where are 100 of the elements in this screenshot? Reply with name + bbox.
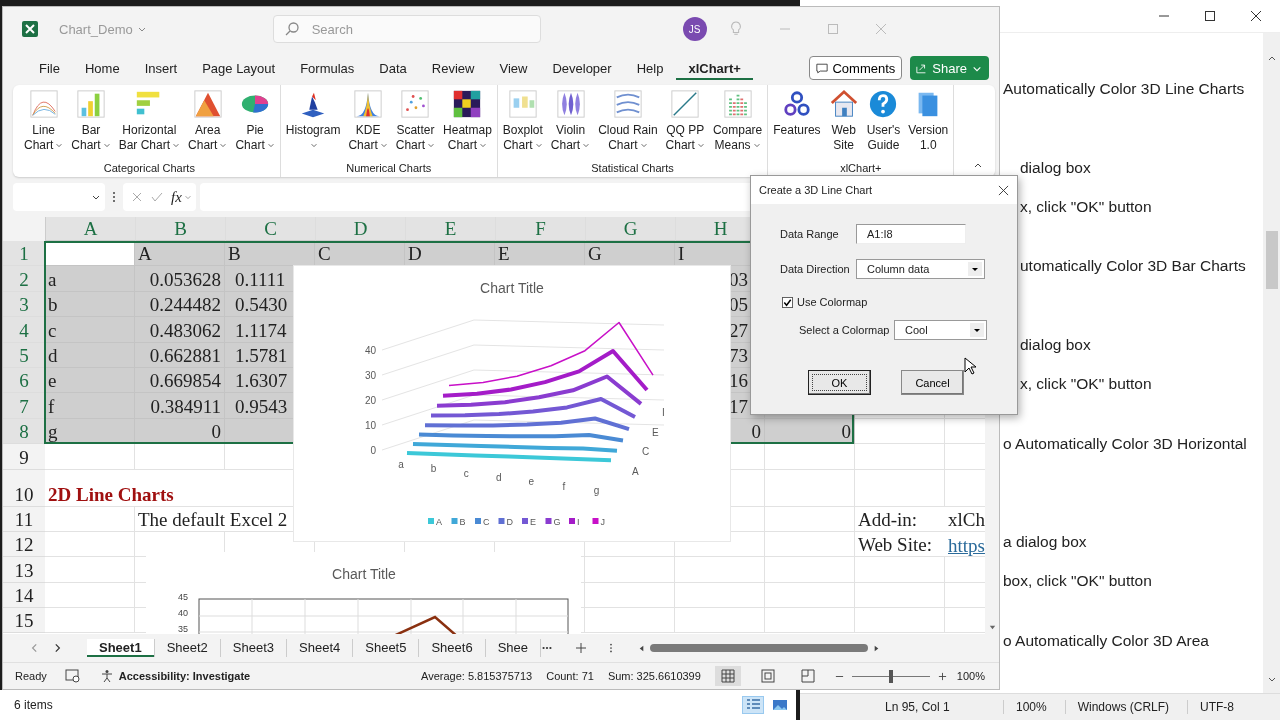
row-header[interactable]: 2 — [3, 266, 45, 292]
range-input-field[interactable]: A1:I8 — [856, 224, 966, 244]
axis-tick-label: I — [662, 407, 665, 418]
axis-tick-label: 45 — [178, 592, 188, 602]
ribbon-button[interactable]: Line Chart — [23, 89, 65, 162]
ribbon-tab[interactable]: Developer — [540, 56, 624, 80]
column-header[interactable]: G — [586, 217, 676, 241]
chart-title: Chart Title — [332, 566, 396, 582]
ribbon-button[interactable]: Violin Chart — [549, 89, 592, 162]
legend-label: J — [600, 517, 605, 527]
ribbon-tab[interactable]: Page Layout — [190, 56, 288, 80]
row-header[interactable]: 1 — [3, 241, 45, 267]
ribbon-button[interactable]: KDE Chart — [347, 89, 389, 162]
axis-tick-label: 0 — [370, 445, 376, 456]
ribbon-button[interactable]: Pie Chart — [234, 89, 276, 162]
row-header[interactable]: 7 — [3, 393, 45, 419]
column-header[interactable]: F — [496, 217, 586, 241]
row-header[interactable]: 6 — [3, 367, 45, 394]
sheet-tab[interactable]: Sheet3 — [220, 639, 288, 657]
chart-title: Chart Title — [480, 280, 544, 296]
column-header[interactable]: B — [136, 217, 226, 241]
checkbox-label[interactable]: Use Colormap — [797, 296, 868, 308]
accessibility-status[interactable]: Accessibility: Investigate — [118, 670, 251, 682]
status-text: Ready — [15, 670, 47, 682]
ribbon-button[interactable]: Compare Means — [711, 89, 764, 162]
ribbon-button[interactable]: Bar Chart — [70, 89, 112, 162]
ribbon-button[interactable]: Scatter Chart — [394, 89, 437, 162]
row-header[interactable]: 4 — [3, 317, 45, 343]
text-line: utomatically Color 3D Bar Charts — [1020, 256, 1246, 276]
axis-tick-label: c — [463, 467, 469, 479]
row-header[interactable]: 13 — [3, 557, 45, 583]
insert-function-button[interactable]: fx — [171, 188, 182, 206]
row-header[interactable]: 11 — [3, 506, 45, 532]
field-label: Data Range — [780, 228, 840, 240]
status-text: Ln 95, Col 1 — [885, 700, 951, 714]
row-header[interactable]: 10 — [3, 469, 45, 507]
ribbon-button[interactable]: Version 1.0 — [907, 89, 950, 162]
column-header[interactable]: E — [406, 217, 496, 241]
axis-tick-label: g — [593, 484, 600, 496]
ok-button[interactable]: OK — [808, 370, 871, 395]
ribbon-button[interactable]: Boxplot Chart — [501, 89, 544, 162]
chart-card[interactable]: Chart Title 40 30 20 10 0 a b c d e f g I E C A A B C D E G I J — [293, 265, 731, 542]
text-line: x, click "OK" button — [1020, 374, 1152, 395]
sheet-tab[interactable]: Sheet2 — [154, 639, 221, 657]
ribbon-tab[interactable]: Home — [72, 56, 132, 80]
item-count: 6 items — [14, 698, 54, 712]
text-line: dialog box — [1020, 157, 1091, 178]
user-avatar[interactable]: JS — [682, 17, 707, 41]
ribbon-tab[interactable]: Insert — [132, 56, 190, 80]
row-header[interactable]: 15 — [3, 608, 45, 634]
column-header[interactable]: D — [316, 217, 406, 241]
ribbon-button[interactable]: Area Chart — [187, 89, 229, 162]
ribbon-button[interactable]: Horizontal Bar Chart — [117, 89, 182, 162]
table-cell: d — [45, 342, 135, 368]
colormap-dropdown[interactable]: Cool — [894, 320, 987, 340]
ribbon-tab[interactable]: Review — [419, 56, 487, 80]
field-label: Data Direction — [780, 263, 851, 275]
ribbon-tab[interactable]: View — [487, 56, 540, 80]
column-header[interactable]: C — [226, 217, 316, 241]
ribbon-button[interactable]: Web Site — [827, 89, 860, 162]
ribbon-button[interactable]: Histogram — [284, 89, 342, 162]
cancel-button[interactable]: Cancel — [901, 370, 964, 395]
dialog-title: Create a 3D Line Chart — [759, 184, 873, 196]
comments-button[interactable]: Comments — [809, 56, 903, 80]
axis-tick-label: A — [632, 465, 639, 477]
ribbon-tab[interactable]: File — [27, 56, 72, 80]
table-cell: 0.244482 — [135, 291, 225, 318]
ribbon-tab[interactable]: xlChart+ — [676, 56, 753, 80]
sheet-tab[interactable]: Sheet5 — [353, 639, 420, 657]
sheet-tab[interactable]: Sheet4 — [287, 639, 354, 657]
ribbon-tab[interactable]: Help — [624, 56, 676, 80]
sheet-tab[interactable]: Sheet6 — [419, 639, 486, 657]
row-header[interactable]: 5 — [3, 342, 45, 368]
column-header[interactable]: A — [46, 217, 136, 241]
axis-tick-label: a — [398, 459, 404, 470]
share-button[interactable]: Share — [910, 56, 989, 80]
axis-tick-label: E — [652, 426, 659, 438]
zoom-level[interactable]: 100% — [956, 670, 985, 682]
text-line: a dialog box — [1003, 532, 1087, 552]
row-header[interactable]: 14 — [3, 582, 45, 609]
table-cell: b — [45, 291, 135, 318]
direction-dropdown[interactable]: Column data — [856, 259, 985, 279]
ribbon-button[interactable]: Features — [772, 89, 822, 162]
ribbon-button[interactable]: Cloud Rain Chart — [597, 89, 659, 162]
row-header[interactable]: 9 — [3, 444, 45, 470]
hyperlink[interactable]: https — [945, 531, 985, 558]
ribbon-button[interactable]: QQ PP Chart — [664, 89, 706, 162]
sheet-tab[interactable]: Shee — [485, 639, 542, 657]
chart-card[interactable]: Chart Title 45 40 35 — [146, 552, 581, 634]
ribbon-button[interactable]: User's Guide — [865, 89, 902, 162]
status-text: Windows (CRLF) — [1064, 700, 1188, 714]
axis-tick-label: 30 — [364, 370, 376, 381]
sheet-tab[interactable]: Sheet1 — [87, 639, 155, 657]
ribbon-tab[interactable]: Formulas — [288, 56, 367, 80]
row-header[interactable]: 12 — [3, 531, 45, 558]
table-cell: 0.384911 — [135, 393, 225, 419]
row-header[interactable]: 8 — [3, 418, 45, 445]
ribbon-tab[interactable]: Data — [367, 56, 419, 80]
row-header[interactable]: 3 — [3, 291, 45, 318]
ribbon-button[interactable]: Heatmap Chart — [442, 89, 493, 162]
